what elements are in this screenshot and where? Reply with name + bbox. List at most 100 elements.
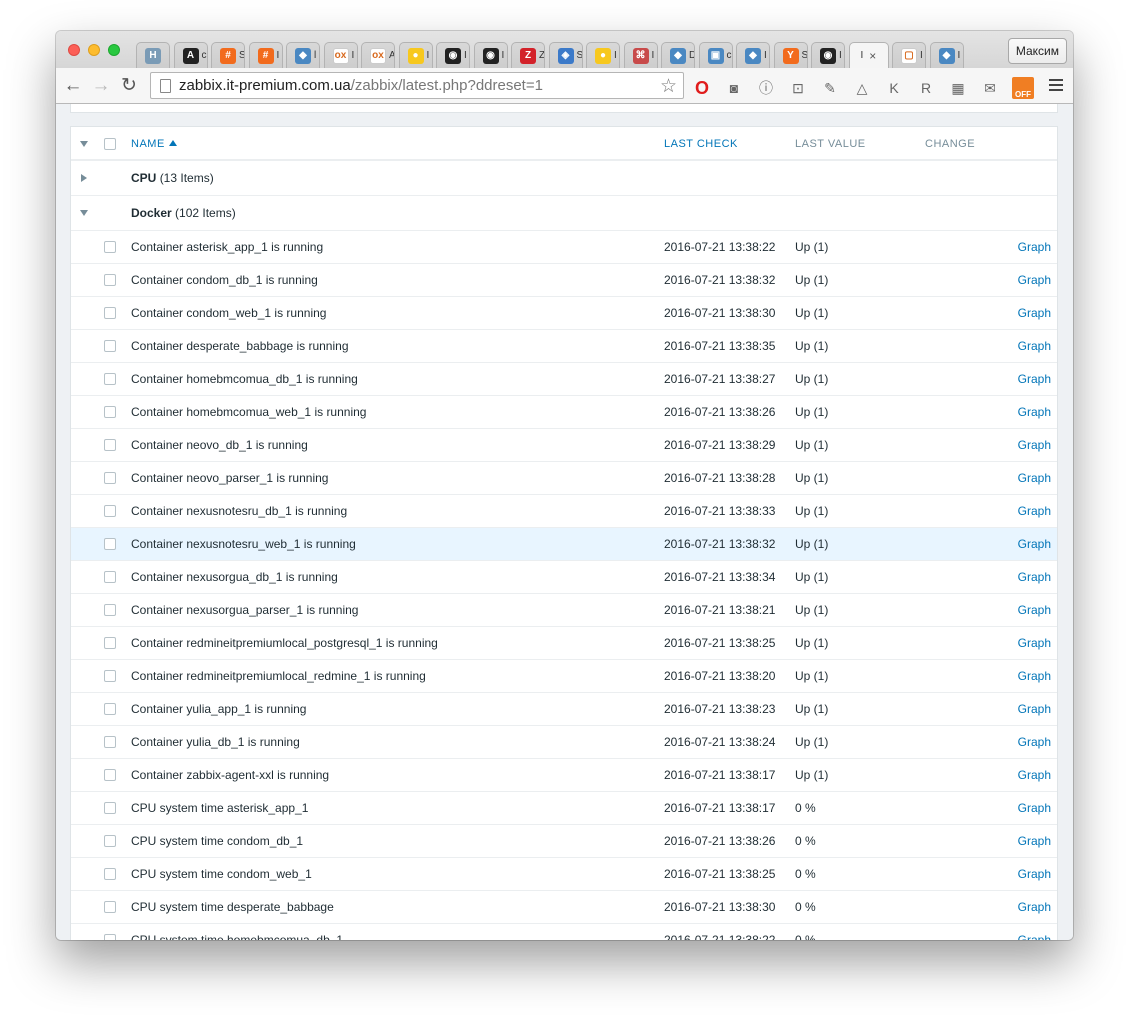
extension-icon[interactable]: ⊡ (788, 79, 808, 97)
extension-icon[interactable]: ◙ (724, 79, 744, 97)
window-close-button[interactable] (68, 44, 80, 56)
graph-link[interactable]: Graph (1015, 626, 1057, 660)
row-checkbox[interactable] (104, 669, 116, 682)
extension-icon[interactable]: R (916, 79, 936, 97)
browser-tab[interactable]: ◈S (548, 42, 583, 68)
browser-tab[interactable]: ▣ c (698, 42, 733, 68)
graph-link[interactable]: Graph (1015, 263, 1057, 297)
row-checkbox[interactable] (104, 306, 116, 319)
row-checkbox[interactable] (104, 504, 116, 517)
row-checkbox[interactable] (104, 273, 116, 286)
browser-tab[interactable]: ◉ I (811, 42, 845, 68)
browser-tab[interactable]: ◉ I (473, 42, 508, 68)
graph-link[interactable]: Graph (1015, 428, 1057, 462)
extension-icon[interactable]: ▦ (948, 79, 968, 97)
window-minimize-button[interactable] (88, 44, 100, 56)
browser-tab[interactable]: ◆ l (286, 42, 320, 68)
row-checkbox[interactable] (104, 438, 116, 451)
graph-link[interactable]: Graph (1015, 329, 1057, 363)
browser-tab[interactable]: ● I (398, 42, 433, 68)
group-row[interactable]: CPU (13 Items) (71, 160, 1057, 196)
name-column-header[interactable]: NAME (131, 127, 664, 161)
row-checkbox[interactable] (104, 471, 116, 484)
extension-icon[interactable]: O (692, 78, 712, 98)
graph-link[interactable]: Graph (1015, 659, 1057, 693)
browser-tab[interactable]: ◆D (661, 42, 695, 68)
row-checkbox[interactable] (104, 735, 116, 748)
row-checkbox[interactable] (104, 240, 116, 253)
row-checkbox[interactable] (104, 603, 116, 616)
forward-button[interactable]: → (90, 75, 112, 97)
extension-icon[interactable]: OFF (1012, 77, 1034, 99)
tab-close-icon[interactable]: × (869, 49, 876, 63)
graph-link[interactable]: Graph (1015, 527, 1057, 561)
row-checkbox[interactable] (104, 636, 116, 649)
browser-tab[interactable]: ◉ I (436, 42, 470, 68)
graph-link[interactable]: Graph (1015, 230, 1057, 264)
browser-tab[interactable]: ◆ I (929, 42, 964, 68)
browser-tab[interactable]: Ac (173, 42, 208, 68)
row-checkbox[interactable] (104, 372, 116, 385)
group-toggle[interactable] (71, 160, 98, 196)
extension-icon[interactable]: K (884, 79, 904, 97)
back-button[interactable]: ← (62, 75, 84, 97)
address-bar[interactable]: zabbix.it-premium.com.ua/zabbix/latest.p… (150, 72, 684, 99)
row-checkbox[interactable] (104, 801, 116, 814)
reload-button[interactable]: ↻ (118, 75, 140, 97)
last-check-column-header[interactable]: LAST CHECK (664, 127, 795, 161)
browser-tab[interactable]: YS (773, 42, 808, 68)
graph-link[interactable]: Graph (1015, 758, 1057, 792)
tab-favicon-icon: ox (332, 47, 349, 64)
select-all-checkbox[interactable] (104, 137, 116, 150)
graph-link[interactable]: Graph (1015, 824, 1057, 858)
browser-tab[interactable]: oxA (361, 42, 395, 68)
row-checkbox[interactable] (104, 339, 116, 352)
change (925, 758, 1015, 792)
browser-tab[interactable]: ox I (323, 42, 358, 68)
bookmark-star-icon[interactable]: ☆ (660, 75, 677, 98)
graph-link[interactable]: Graph (1015, 593, 1057, 627)
row-checkbox[interactable] (104, 702, 116, 715)
graph-link[interactable]: Graph (1015, 362, 1057, 396)
row-checkbox[interactable] (104, 405, 116, 418)
browser-tab[interactable]: #S (211, 42, 245, 68)
row-checkbox[interactable] (104, 867, 116, 880)
extension-icon[interactable]: △ (852, 79, 872, 97)
row-checkbox[interactable] (104, 570, 116, 583)
browser-tab[interactable]: ZZ (511, 42, 545, 68)
window-maximize-button[interactable] (108, 44, 120, 56)
graph-link[interactable]: Graph (1015, 725, 1057, 759)
browser-tab[interactable]: ● I (586, 42, 620, 68)
row-checkbox[interactable] (104, 933, 116, 940)
graph-link[interactable]: Graph (1015, 923, 1057, 940)
graph-link[interactable]: Graph (1015, 692, 1057, 726)
graph-link[interactable]: Graph (1015, 461, 1057, 495)
graph-link[interactable]: Graph (1015, 296, 1057, 330)
graph-link[interactable]: Graph (1015, 494, 1057, 528)
row-checkbox[interactable] (104, 834, 116, 847)
browser-tab[interactable]: ▢ I (892, 42, 926, 68)
row-checkbox[interactable] (104, 900, 116, 913)
profile-button[interactable]: Максим (1007, 38, 1067, 64)
extension-icon[interactable]: ✎ (820, 79, 840, 97)
graph-link[interactable]: Graph (1015, 791, 1057, 825)
menu-icon[interactable] (1049, 77, 1063, 93)
extension-icon[interactable]: ✉ (980, 79, 1000, 97)
row-checkbox[interactable] (104, 768, 116, 781)
extension-icon[interactable]: ⓘ (756, 79, 776, 97)
graph-link[interactable]: Graph (1015, 395, 1057, 429)
group-row[interactable]: Docker (102 Items) (71, 195, 1057, 231)
change (925, 560, 1015, 594)
table-row: CPU system time homebmcomua_db_1 2016-07-… (71, 923, 1057, 940)
graph-link[interactable]: Graph (1015, 890, 1057, 924)
graph-link[interactable]: Graph (1015, 857, 1057, 891)
group-toggle[interactable] (71, 195, 98, 231)
browser-tab[interactable]: ◆ I (736, 42, 770, 68)
collapse-all-toggle[interactable] (71, 127, 98, 161)
graph-link[interactable]: Graph (1015, 560, 1057, 594)
browser-tab[interactable]: ⌘ I (623, 42, 658, 68)
browser-tab[interactable]: H (136, 42, 170, 68)
browser-tab[interactable]: # I (248, 42, 283, 68)
browser-tab[interactable]: I × (848, 42, 889, 68)
row-checkbox[interactable] (104, 537, 116, 550)
